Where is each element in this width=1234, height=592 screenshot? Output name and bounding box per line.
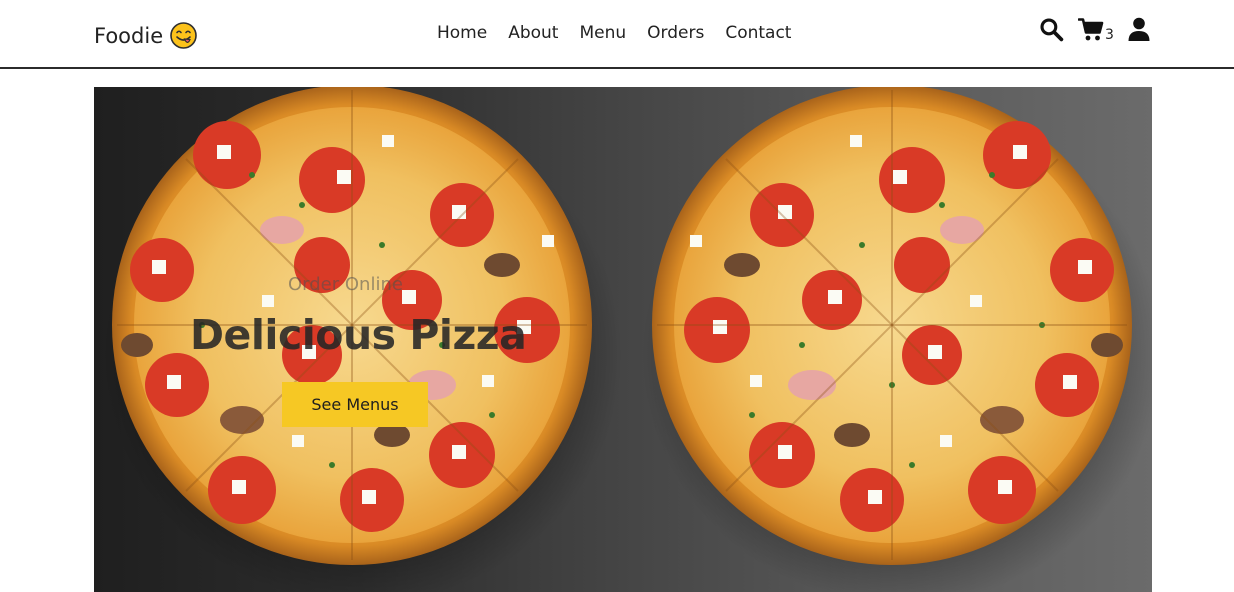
face-savoring-food-icon <box>170 22 197 49</box>
search-icon[interactable] <box>1039 17 1064 42</box>
nav-link-menu[interactable]: Menu <box>579 23 626 43</box>
nav-item-about: About <box>508 23 558 43</box>
nav-link-about[interactable]: About <box>508 23 558 43</box>
cart-icon <box>1077 17 1104 46</box>
pizza-images <box>102 87 1152 592</box>
hero-banner: Order Online Delicious Pizza See Menus <box>94 87 1152 592</box>
nav-item-menu: Menu <box>579 23 626 43</box>
nav-link-home[interactable]: Home <box>437 23 487 43</box>
nav-item-home: Home <box>437 23 487 43</box>
pizza-image-left <box>102 87 622 592</box>
nav-link-contact[interactable]: Contact <box>725 23 791 43</box>
brand-name: Foodie <box>94 23 164 48</box>
nav-item-contact: Contact <box>725 23 791 43</box>
user-icon[interactable] <box>1128 17 1150 42</box>
cart-count-badge: 3 <box>1105 27 1114 43</box>
navbar: Foodie Home About Menu Orders Contact 3 <box>0 0 1234 69</box>
nav-links: Home About Menu Orders Contact <box>437 23 791 43</box>
header-icons: 3 <box>1039 17 1150 47</box>
brand-logo[interactable]: Foodie <box>94 22 197 49</box>
see-menus-button[interactable]: See Menus <box>282 382 428 427</box>
nav-link-orders[interactable]: Orders <box>647 23 704 43</box>
nav-item-orders: Orders <box>647 23 704 43</box>
pizza-image-right <box>642 87 1152 592</box>
cart-button[interactable]: 3 <box>1077 17 1114 46</box>
